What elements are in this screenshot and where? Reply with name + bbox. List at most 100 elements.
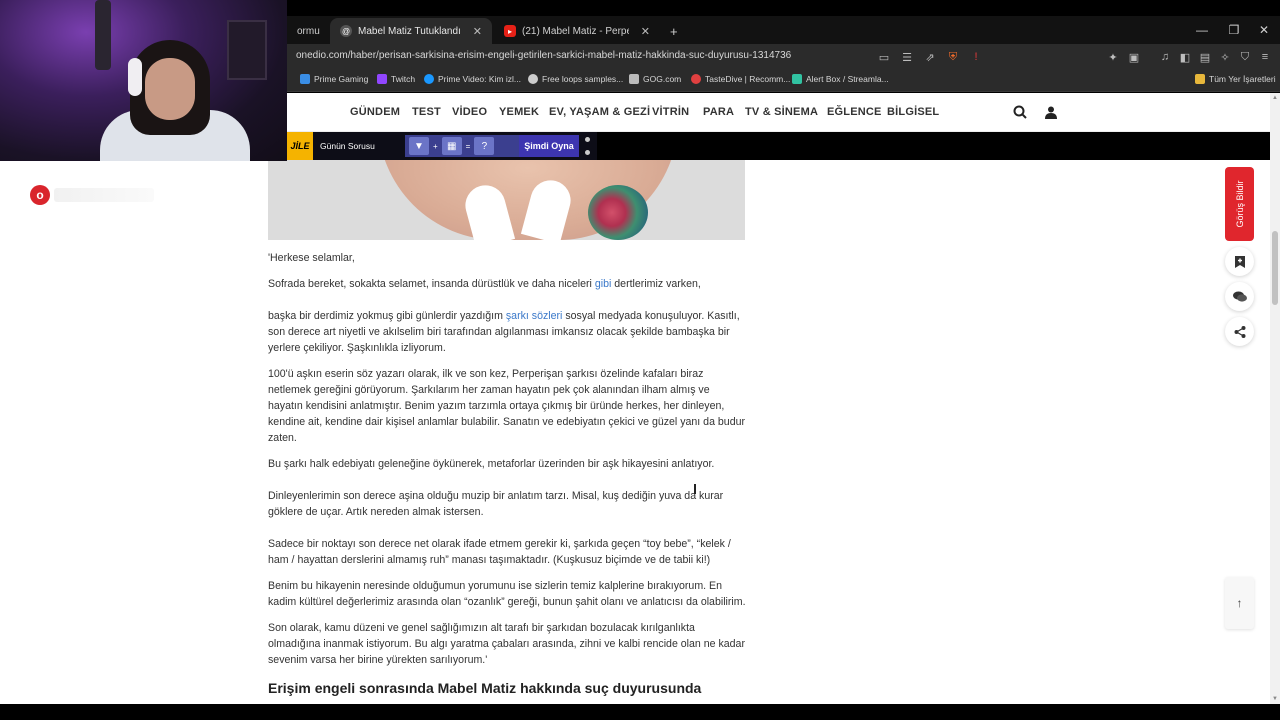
- new-tab-button[interactable]: +: [660, 18, 682, 44]
- article-paragraph: Son olarak, kamu düzeni ve genel sağlığı…: [268, 622, 745, 666]
- equals-sign: =: [465, 141, 471, 151]
- nav-bilgisel[interactable]: BİLGİSEL: [887, 106, 939, 118]
- bookmark-all[interactable]: Tüm Yer İşaretleri: [1195, 74, 1276, 84]
- sidebar-icon[interactable]: ◧: [1177, 49, 1193, 65]
- share-icon[interactable]: ⇗: [922, 49, 938, 65]
- onedio-logo-mark: o: [30, 185, 50, 205]
- feedback-label: Görüş Bildir: [1234, 180, 1245, 228]
- onedio-logo[interactable]: o: [30, 183, 160, 207]
- article-paragraph: 'Herkese selamlar,: [268, 252, 355, 264]
- webcam-overlay: [0, 0, 287, 161]
- tab-1-label: ormu: [297, 25, 320, 37]
- url-text[interactable]: onedio.com/haber/perisan-sarkisina-erisi…: [296, 50, 791, 61]
- free-loops-icon: [528, 74, 538, 84]
- user-icon[interactable]: [1043, 104, 1059, 120]
- article-subheading: Erişim engeli sonrasında Mabel Matiz hak…: [268, 680, 702, 696]
- extensions-puzzle-icon[interactable]: ✦: [1105, 49, 1121, 65]
- ai-sparkle-icon[interactable]: ✧: [1217, 49, 1233, 65]
- article-paragraph: Benim bu hikayenin neresinde olduğumun y…: [268, 580, 746, 608]
- tab-3[interactable]: ▸ (21) Mabel Matiz - Perperişan feat. Ka…: [494, 18, 660, 44]
- comments-button[interactable]: [1225, 282, 1254, 311]
- bookmark-label: TasteDive | Recomm...: [705, 74, 791, 84]
- text-cursor: [694, 484, 696, 494]
- puzzle-piece-2-icon: ▦: [441, 137, 462, 155]
- tastedive-icon: [691, 74, 701, 84]
- bookmark-alert-box[interactable]: Alert Box / Streamla...: [792, 74, 889, 84]
- page-scrollbar[interactable]: ▲ ▼: [1270, 93, 1280, 704]
- close-icon: ✕: [1258, 23, 1270, 37]
- nav-eglence[interactable]: EĞLENCE: [827, 106, 882, 118]
- promo-play-button[interactable]: Şimdi Oyna: [519, 135, 579, 157]
- extension-icon[interactable]: ▣: [1126, 49, 1142, 65]
- threads-icon: @: [340, 25, 352, 37]
- tab-3-close-icon[interactable]: ✕: [635, 25, 650, 38]
- new-tab-icon: +: [670, 23, 678, 39]
- music-icon[interactable]: ♫: [1157, 49, 1173, 65]
- bookmark-tastedive[interactable]: TasteDive | Recomm...: [691, 74, 790, 84]
- reader-icon[interactable]: ☰: [899, 49, 915, 65]
- youtube-icon: ▸: [504, 25, 516, 37]
- bookmark-add-button[interactable]: [1225, 247, 1254, 276]
- article-photo: [268, 160, 745, 240]
- bookmark-prime-video[interactable]: Prime Video: Kim izl...: [424, 74, 521, 84]
- close-window-button[interactable]: ✕: [1248, 16, 1280, 44]
- arrow-up-icon: ↑: [1236, 596, 1243, 610]
- article-paragraph: 100'ü aşkın eserin söz yazarı olarak, il…: [268, 368, 746, 444]
- restore-button[interactable]: ❐: [1218, 16, 1250, 44]
- webcam-headset: [128, 58, 142, 96]
- article-link-gibi[interactable]: gibi: [595, 278, 612, 290]
- scroll-down-arrow-icon[interactable]: ▼: [1270, 694, 1280, 704]
- scroll-to-top-button[interactable]: ↑: [1225, 577, 1254, 629]
- feedback-button[interactable]: Görüş Bildir: [1225, 167, 1254, 241]
- tattoo-detail: [588, 185, 648, 240]
- gog-icon: [629, 74, 639, 84]
- brave-shield-icon[interactable]: ⛨: [945, 49, 961, 65]
- cast-icon[interactable]: ▭: [876, 49, 892, 65]
- tab-2[interactable]: @ Mabel Matiz Tutuklandı mı? Mat ✕: [330, 18, 492, 44]
- comments-icon: [1232, 291, 1247, 302]
- puzzle-piece-1-icon: ▼: [409, 137, 429, 155]
- nav-ev-yasam-gezi[interactable]: EV, YAŞAM & GEZİ: [549, 106, 650, 118]
- menu-icon[interactable]: ≡: [1257, 49, 1273, 65]
- scroll-up-arrow-icon[interactable]: ▲: [1270, 93, 1280, 103]
- share-button[interactable]: [1225, 317, 1254, 346]
- bookmark-label: GOG.com: [643, 74, 682, 84]
- prime-video-icon: [424, 74, 434, 84]
- bookmark-twitch[interactable]: Twitch: [377, 74, 415, 84]
- minimize-button[interactable]: —: [1186, 16, 1218, 44]
- nav-vitrin[interactable]: VİTRİN: [652, 106, 689, 118]
- nav-yemek[interactable]: YEMEK: [499, 106, 539, 118]
- onedio-logo-wordmark: [54, 188, 154, 202]
- bookmark-plus-icon: [1234, 255, 1245, 268]
- webcam-person-face: [145, 58, 195, 120]
- nav-video[interactable]: VİDEO: [452, 106, 487, 118]
- vpn-shield-icon[interactable]: ⛉: [1237, 49, 1253, 65]
- promo-logo: JİLE: [287, 132, 313, 160]
- bottom-letterbox: [0, 704, 1280, 720]
- brave-rewards-icon[interactable]: !: [968, 49, 984, 65]
- nav-test[interactable]: TEST: [412, 106, 441, 118]
- promo-banner[interactable]: JİLE Günün Sorusu ▼ + ▦ = ? Şimdi Oyna: [287, 132, 597, 160]
- nav-gundem[interactable]: GÜNDEM: [350, 106, 400, 118]
- promo-more-icon[interactable]: [585, 137, 591, 155]
- promo-puzzle: ▼ + ▦ = ?: [405, 135, 527, 157]
- share-nodes-icon: [1234, 325, 1245, 338]
- search-icon[interactable]: [1012, 104, 1028, 120]
- wallet-icon[interactable]: ▤: [1197, 49, 1213, 65]
- article-paragraph: Sadece bir noktayı son derece net olarak…: [268, 538, 731, 566]
- bookmark-label: Alert Box / Streamla...: [806, 74, 889, 84]
- nav-para[interactable]: PARA: [703, 106, 734, 118]
- nav-tv-sinema[interactable]: TV & SİNEMA: [745, 106, 818, 118]
- bookmark-all-label: Tüm Yer İşaretleri: [1209, 74, 1276, 84]
- plus-sign: +: [433, 141, 438, 151]
- minimize-icon: —: [1196, 23, 1208, 37]
- bookmark-free-loops[interactable]: Free loops samples...: [528, 74, 623, 84]
- bookmark-prime-gaming[interactable]: Prime Gaming: [300, 74, 368, 84]
- streamlabs-icon: [792, 74, 802, 84]
- article-link-sarki-sozleri[interactable]: şarkı sözleri: [506, 310, 563, 322]
- bookmark-label: Prime Video: Kim izl...: [438, 74, 521, 84]
- scrollbar-thumb[interactable]: [1272, 231, 1278, 305]
- bookmark-gog[interactable]: GOG.com: [629, 74, 681, 84]
- tab-1[interactable]: ormu: [287, 18, 327, 44]
- tab-2-close-icon[interactable]: ✕: [467, 25, 482, 38]
